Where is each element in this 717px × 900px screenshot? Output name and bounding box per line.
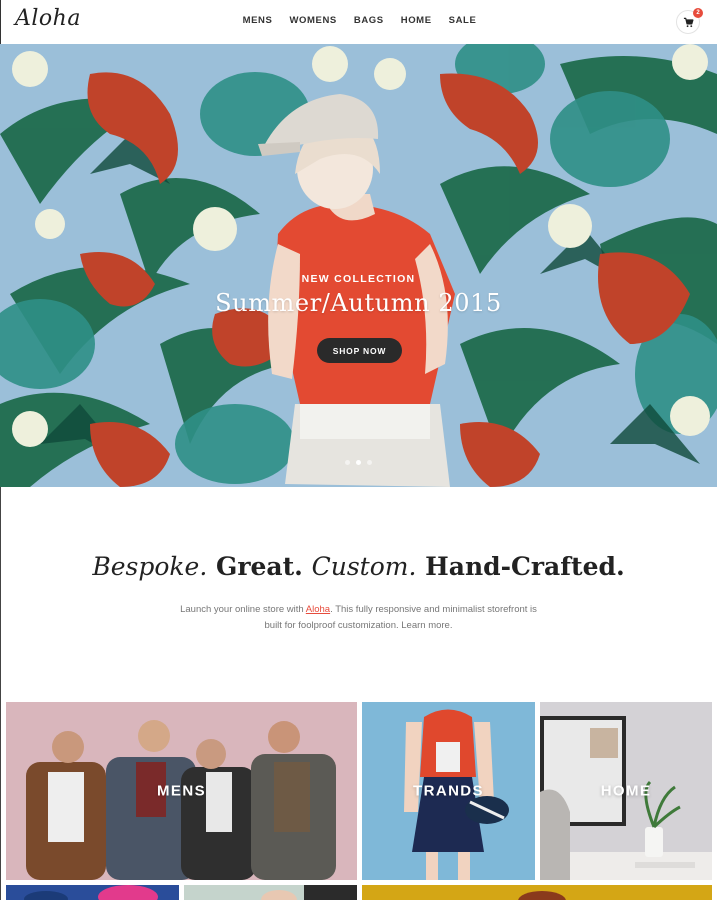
accessories-image (184, 885, 357, 900)
cart-count-badge: 2 (693, 8, 703, 18)
main-nav: MENS WOMENS BAGS HOME SALE (1, 15, 717, 26)
category-tile-accessories[interactable] (184, 885, 357, 900)
slider-dot-1[interactable] (345, 460, 350, 465)
headline-word-bespoke: Bespoke. (92, 552, 208, 581)
category-tile-flowers[interactable] (6, 885, 179, 900)
hero-image (0, 44, 717, 487)
slider-dot-2[interactable] (356, 460, 361, 465)
category-tile-bags[interactable] (362, 885, 712, 900)
slider-dot-3[interactable] (367, 460, 372, 465)
aloha-link[interactable]: Aloha (306, 604, 330, 615)
page-left-border (0, 487, 1, 900)
nav-item-home[interactable]: HOME (401, 15, 432, 26)
bags-image (362, 885, 712, 900)
headline-word-great: Great. (216, 552, 303, 581)
category-tile-home[interactable]: HOME (540, 702, 712, 880)
slider-dots (0, 460, 717, 465)
flowers-image (6, 885, 179, 900)
nav-item-sale[interactable]: SALE (449, 15, 477, 26)
intro-text-line2: built for foolproof customization. Learn… (264, 619, 453, 631)
intro-headline: Bespoke. Great. Custom. Hand-Crafted. (0, 552, 717, 581)
headline-word-handcrafted: Hand-Crafted. (425, 552, 625, 581)
intro-text-before: Launch your online store with (180, 604, 306, 615)
hero-title: Summer/Autumn 2015 (215, 289, 502, 317)
category-label-home: HOME (600, 782, 652, 800)
category-label-mens: MENS (157, 782, 206, 800)
intro-text: Launch your online store with Aloha. Thi… (0, 602, 717, 633)
nav-item-bags[interactable]: BAGS (354, 15, 384, 26)
nav-item-mens[interactable]: MENS (243, 15, 273, 26)
cart-icon (683, 17, 693, 27)
category-label-trands: TRANDS (413, 782, 484, 800)
site-header: Aloha MENS WOMENS BAGS HOME SALE 2 (0, 0, 717, 44)
nav-item-womens[interactable]: WOMENS (289, 15, 336, 26)
headline-word-custom: Custom. (311, 552, 417, 581)
intro-text-after: . This fully responsive and minimalist s… (330, 604, 537, 615)
category-tile-trands[interactable]: TRANDS (362, 702, 535, 880)
hero-kicker: NEW COLLECTION (301, 273, 416, 285)
shop-now-button[interactable]: SHOP NOW (317, 338, 402, 363)
hero-slider[interactable]: NEW COLLECTION Summer/Autumn 2015 SHOP N… (0, 44, 717, 487)
cart-button[interactable]: 2 (676, 8, 703, 34)
category-tile-mens[interactable]: MENS (6, 702, 357, 880)
